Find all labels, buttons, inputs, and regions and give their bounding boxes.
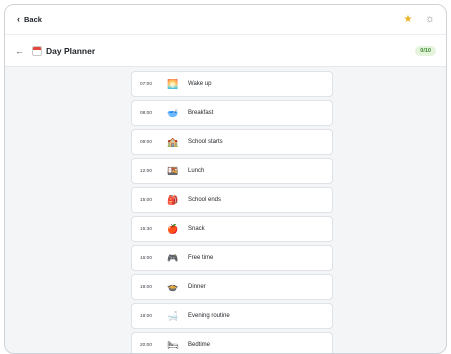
bowl-icon: 🥣	[167, 107, 179, 118]
schedule-label: School ends	[188, 197, 222, 203]
schedule-item[interactable]: 12:00 🍱 Lunch	[131, 158, 333, 184]
dinner-icon: 🍲	[167, 281, 179, 292]
schedule-item[interactable]: 07:00 🌅 Wake up	[131, 71, 333, 97]
arrow-left-icon[interactable]: ←	[15, 46, 24, 56]
chevron-left-icon: ‹	[17, 14, 20, 24]
schedule-item[interactable]: 20:00 🛏 Bedtime	[131, 332, 333, 353]
schedule-item[interactable]: 15:30 🍎 Snack	[131, 216, 333, 242]
bathtub-icon: 🛁	[167, 310, 179, 321]
title-group: Day Planner	[32, 45, 96, 56]
schedule-item[interactable]: 18:00 🍲 Dinner	[131, 274, 333, 300]
schedule-label: School starts	[188, 139, 223, 145]
schedule-time: 15:00	[140, 197, 153, 203]
page-title: Day Planner	[46, 45, 96, 56]
schedule-time: 18:00	[140, 284, 153, 290]
gamepad-icon: 🎮	[167, 252, 179, 263]
schedule-list: 07:00 🌅 Wake up 08:00 🥣 Breakfast 09:00 🏫 School…	[131, 71, 333, 353]
schedule-label: Snack	[188, 226, 205, 232]
back-button[interactable]: ‹ Back	[17, 14, 42, 25]
school-icon: 🏫	[167, 136, 179, 147]
schedule-item[interactable]: 16:00 🎮 Free time	[131, 245, 333, 271]
apple-icon: 🍎	[167, 223, 179, 234]
schedule-time: 16:00	[140, 255, 153, 261]
schedule-time: 08:00	[140, 110, 153, 116]
schedule-label: Breakfast	[188, 110, 214, 116]
schedule-item[interactable]: 08:00 🥣 Breakfast	[131, 100, 333, 126]
schedule-time: 12:00	[140, 168, 153, 174]
top-actions: ★ ☼	[400, 12, 438, 28]
schedule-time: 20:00	[140, 342, 153, 348]
schedule-time: 15:30	[140, 226, 153, 232]
schedule-label: Bedtime	[188, 342, 211, 348]
schedule-item[interactable]: 09:00 🏫 School starts	[131, 129, 333, 155]
back-label: Back	[24, 15, 42, 24]
schedule-time: 09:00	[140, 139, 153, 145]
schedule-label: Wake up	[188, 81, 212, 87]
calendar-icon	[32, 45, 42, 56]
sunrise-icon: 🌅	[167, 78, 179, 89]
schedule-time: 07:00	[140, 81, 153, 87]
star-icon[interactable]: ★	[400, 12, 416, 28]
schedule-label: Dinner	[188, 284, 206, 290]
progress-badge: 0/10	[415, 45, 436, 56]
sun-icon[interactable]: ☼	[422, 12, 438, 28]
schedule-label: Evening routine	[188, 313, 230, 319]
schedule-item[interactable]: 19:00 🛁 Evening routine	[131, 303, 333, 329]
page-header: ← Day Planner 0/10	[5, 35, 446, 67]
schedule-label: Lunch	[188, 168, 205, 174]
top-bar: ‹ Back ★ ☼	[5, 5, 446, 35]
lunchbox-icon: 🍱	[167, 165, 179, 176]
schedule-item[interactable]: 15:00 🎒 School ends	[131, 187, 333, 213]
bed-icon: 🛏	[167, 339, 179, 350]
app-window: ‹ Back ★ ☼ ← Day Planner 0/10 07:00 🌅 Wake…	[4, 4, 447, 354]
schedule-time: 19:00	[140, 313, 153, 319]
schedule-label: Free time	[188, 255, 214, 261]
backpack-icon: 🎒	[167, 194, 179, 205]
